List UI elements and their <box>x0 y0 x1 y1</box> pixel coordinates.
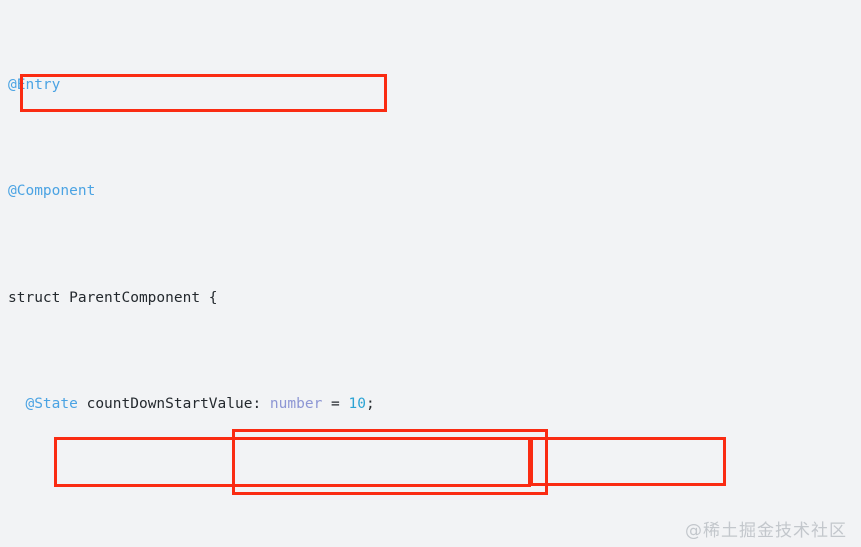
keyword-struct: struct <box>8 289 70 306</box>
state-type-number: number <box>269 395 323 412</box>
code-line-entry: @Entry <box>0 72 861 99</box>
state-semicolon: ; <box>365 395 375 412</box>
struct-open-brace: { <box>200 289 218 306</box>
code-line-struct: struct ParentComponent { <box>0 285 861 312</box>
decorator-entry: @Entry <box>8 76 61 93</box>
state-initial-value: 10 <box>348 395 366 412</box>
code-editor-content[interactable]: @Entry @Component struct ParentComponent… <box>0 0 861 547</box>
state-assign-operator: = <box>322 395 349 412</box>
code-line-state: @State countDownStartValue: number = 10; <box>0 391 861 418</box>
code-line-component: @Component <box>0 178 861 205</box>
watermark-text: @稀土掘金技术社区 <box>685 521 847 541</box>
code-screenshot-page: @Entry @Component struct ParentComponent… <box>0 0 861 547</box>
struct-name: ParentComponent <box>69 289 201 306</box>
decorator-state: @State <box>25 395 78 412</box>
decorator-component: @Component <box>8 183 96 200</box>
state-variable-name: countDownStartValue: <box>77 395 270 412</box>
